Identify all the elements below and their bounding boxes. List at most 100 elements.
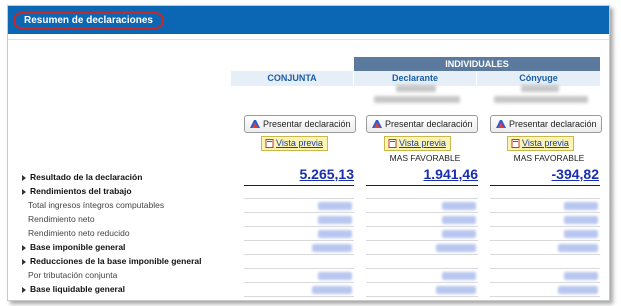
column-conyuge: Cónyuge xyxy=(477,71,600,86)
individuales-band: INDIVIDUALES xyxy=(354,57,600,71)
column-declarante: Declarante xyxy=(354,71,476,86)
row-divider xyxy=(366,212,478,213)
redacted-value xyxy=(318,230,352,238)
section-arrow-icon xyxy=(16,259,26,265)
sign-pen-icon xyxy=(250,120,260,128)
row-divider xyxy=(366,282,478,283)
row-label: Rendimientos del trabajo xyxy=(16,186,132,196)
document-preview-icon xyxy=(265,139,274,148)
row-divider xyxy=(244,268,354,269)
redacted-value xyxy=(564,216,598,224)
redacted-value xyxy=(312,286,352,294)
result-divider xyxy=(366,185,478,186)
redacted-name xyxy=(396,85,436,92)
preview-button-declarante[interactable]: Vista previa xyxy=(384,136,451,151)
row-divider xyxy=(244,254,354,255)
row-divider xyxy=(490,240,600,241)
row-divider xyxy=(366,240,478,241)
result-divider xyxy=(244,185,354,186)
section-arrow-icon xyxy=(16,189,26,195)
preview-label: Vista previa xyxy=(276,138,323,148)
redacted-value xyxy=(564,230,598,238)
mas-favorable-conyuge: MAS FAVORABLE xyxy=(513,153,585,163)
redacted-value xyxy=(318,216,352,224)
row-divider xyxy=(490,198,600,199)
result-label-text: Resultado de la declaración xyxy=(30,172,143,182)
present-label: Presentar declaración xyxy=(385,119,473,129)
row-label: Rendimiento neto reducido xyxy=(16,228,130,238)
redacted-value xyxy=(564,202,598,210)
row-divider xyxy=(490,254,600,255)
redacted-value xyxy=(318,272,352,280)
section-arrow-icon xyxy=(16,175,26,181)
row-label-text: Rendimiento neto xyxy=(28,214,95,224)
present-declaration-button-declarante[interactable]: Presentar declaración xyxy=(366,115,478,133)
present-declaration-button-conjunta[interactable]: Presentar declaración xyxy=(244,115,356,133)
result-conyuge-link[interactable]: -394,82 xyxy=(490,166,599,184)
declarations-panel: Resumen de declaraciones INDIVIDUALES CO… xyxy=(7,5,610,301)
preview-label: Vista previa xyxy=(399,138,446,148)
redacted-value xyxy=(442,230,476,238)
row-divider xyxy=(490,226,600,227)
row-divider xyxy=(490,282,600,283)
present-label: Presentar declaración xyxy=(509,119,597,129)
redacted-value xyxy=(558,244,598,252)
redacted-value xyxy=(318,202,352,210)
document-preview-icon xyxy=(511,139,520,148)
page-title: Resumen de declaraciones xyxy=(13,12,164,29)
row-divider xyxy=(490,212,600,213)
row-divider xyxy=(244,282,354,283)
redacted-value xyxy=(312,244,352,252)
redacted-value xyxy=(442,216,476,224)
row-divider xyxy=(490,296,600,297)
preview-label: Vista previa xyxy=(522,138,569,148)
row-label-text: Reducciones de la base imponible general xyxy=(30,256,202,266)
header-bar: Resumen de declaraciones xyxy=(8,6,609,34)
row-divider xyxy=(244,240,354,241)
document-preview-icon xyxy=(388,139,397,148)
row-divider xyxy=(366,226,478,227)
row-label-text: Base imponible general xyxy=(30,242,126,252)
row-divider xyxy=(244,296,354,297)
row-label-text: Base liquidable general xyxy=(30,284,125,294)
result-row-label: Resultado de la declaración xyxy=(16,172,142,182)
row-divider xyxy=(490,268,600,269)
present-label: Presentar declaración xyxy=(263,119,351,129)
sign-pen-icon xyxy=(372,120,382,128)
section-arrow-icon xyxy=(16,245,26,251)
row-label: Rendimiento neto xyxy=(16,214,95,224)
redacted-id xyxy=(374,96,460,103)
redacted-name xyxy=(521,85,559,92)
sign-pen-icon xyxy=(496,120,506,128)
redacted-value xyxy=(558,286,598,294)
row-label: Total ingresos íntegros computables xyxy=(16,200,164,210)
redacted-value xyxy=(442,202,476,210)
preview-button-conjunta[interactable]: Vista previa xyxy=(261,136,328,151)
row-label-text: Rendimiento neto reducido xyxy=(28,228,130,238)
row-divider xyxy=(244,226,354,227)
result-conjunta-link[interactable]: 5.265,13 xyxy=(244,166,355,184)
redacted-id xyxy=(494,96,588,103)
redacted-value xyxy=(436,244,476,252)
present-declaration-button-conyuge[interactable]: Presentar declaración xyxy=(490,115,602,133)
row-label: Base imponible general xyxy=(16,242,125,252)
row-divider xyxy=(366,268,478,269)
preview-button-conyuge[interactable]: Vista previa xyxy=(507,136,574,151)
column-conjunta: CONJUNTA xyxy=(231,71,353,86)
row-label: Base liquidable general xyxy=(16,284,125,294)
row-divider xyxy=(366,198,478,199)
redacted-value xyxy=(436,286,476,294)
mas-favorable-declarante: MAS FAVORABLE xyxy=(389,153,461,163)
row-label-text: Total ingresos íntegros computables xyxy=(28,200,165,210)
redacted-value xyxy=(442,272,476,280)
row-divider xyxy=(366,296,478,297)
row-divider xyxy=(366,254,478,255)
row-label: Reducciones de la base imponible general xyxy=(16,256,201,266)
result-declarante-link[interactable]: 1.941,46 xyxy=(366,166,479,184)
result-divider xyxy=(490,185,600,186)
row-divider xyxy=(244,212,354,213)
row-divider xyxy=(244,198,354,199)
row-label: Por tributación conjunta xyxy=(16,270,117,280)
header-divider xyxy=(8,34,609,40)
section-arrow-icon xyxy=(16,287,26,293)
